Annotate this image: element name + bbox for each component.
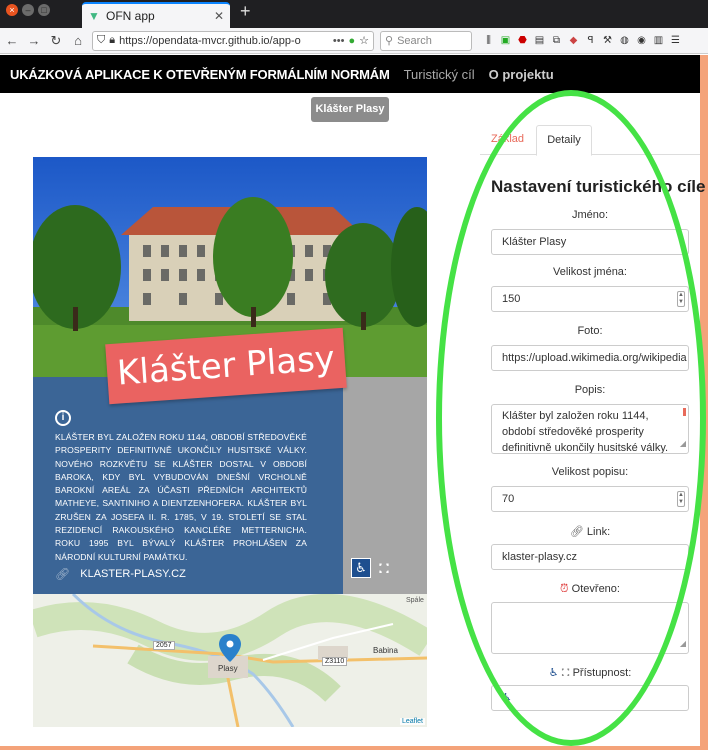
textarea-scrollbar[interactable] bbox=[683, 408, 686, 416]
description-label: Popis: bbox=[574, 384, 606, 396]
map-label-z3110: Z3110 bbox=[322, 657, 348, 666]
nav-o-projektu[interactable]: O projektu bbox=[489, 67, 554, 82]
link-chain-icon: 🔗︎ bbox=[569, 526, 584, 538]
back-icon[interactable]: ← bbox=[4, 33, 20, 49]
name-size-label: Velikost jména: bbox=[553, 266, 627, 278]
access-label-row: ♿︎ ⛚ Přístupnost: bbox=[491, 666, 689, 680]
extension-globe-icon[interactable]: ● bbox=[348, 35, 355, 47]
name-size-value: 150 bbox=[502, 293, 521, 305]
access-input[interactable]: ♿︎ bbox=[491, 685, 689, 711]
map-label-plasy: Plasy bbox=[218, 664, 238, 673]
sidebar-icon[interactable]: ▥ bbox=[652, 34, 665, 47]
home-icon[interactable]: ⌂ bbox=[70, 33, 86, 49]
access-ramp-icon: ⛚ bbox=[561, 667, 570, 679]
app-header: UKÁZKOVÁ APLIKACE K OTEVŘENÝM FORMÁLNÍM … bbox=[0, 55, 700, 93]
window-controls: × – □ bbox=[0, 0, 58, 28]
info-icon: i bbox=[55, 410, 71, 426]
wheelchair-icon: ♿︎ bbox=[351, 558, 371, 578]
adblock-icon[interactable]: ⬣ bbox=[516, 34, 529, 47]
open-label: Otevřeno: bbox=[571, 583, 620, 595]
tab-title: OFN app bbox=[106, 9, 155, 23]
tab-detaily[interactable]: Detaily bbox=[536, 125, 592, 156]
description-textarea[interactable]: Klášter byl založen roku 1144, období st… bbox=[491, 404, 689, 454]
new-tab-icon[interactable]: + bbox=[230, 1, 251, 28]
extension-red-icon[interactable]: ◆ bbox=[567, 34, 580, 47]
tab-zaklad[interactable]: Základ bbox=[491, 133, 524, 145]
account-icon[interactable]: ◉ bbox=[635, 34, 648, 47]
minimize-window-icon[interactable]: – bbox=[22, 4, 34, 16]
extension-ball-icon[interactable]: ◍ bbox=[618, 34, 631, 47]
name-label: Jméno: bbox=[571, 209, 609, 221]
close-window-icon[interactable]: × bbox=[6, 4, 18, 16]
photo-input[interactable]: https://upload.wikimedia.org/wikipedia bbox=[491, 345, 689, 371]
description-text: Klášter byl založen roku 1144, období st… bbox=[502, 410, 669, 454]
search-box[interactable]: ⚲ Search bbox=[380, 30, 472, 51]
settings-panel: Základ Detaily Nastavení turistického cí… bbox=[480, 120, 705, 740]
leaflet-attribution[interactable]: Leaflet bbox=[399, 718, 425, 725]
access-selected-icon: ♿︎ bbox=[502, 692, 512, 704]
name-input[interactable]: Klášter Plasy bbox=[491, 229, 689, 255]
place-select-button[interactable]: Klášter Plasy bbox=[311, 97, 389, 122]
map-label-spale: Spále bbox=[406, 597, 424, 604]
card-description: KLÁŠTER BYL ZALOŽEN ROKU 1144, OBDOBÍ ST… bbox=[55, 432, 307, 562]
library-icon[interactable]: ⫼ bbox=[482, 34, 495, 47]
preview-card: Klášter Plasy i KLÁŠTER BYL ZALOŽEN ROKU… bbox=[33, 157, 427, 727]
link-label: Link: bbox=[586, 526, 611, 538]
description-size-label: Velikost popisu: bbox=[551, 466, 629, 478]
nav-turisticky-cil[interactable]: Turistický cíl bbox=[404, 67, 475, 82]
accent-side-bar bbox=[700, 55, 708, 750]
chain-link-icon: 🔗︎ bbox=[55, 567, 71, 581]
url-text: https://opendata-mvcr.github.io/app-o bbox=[119, 34, 301, 47]
bookmark-star-icon[interactable]: ☆ bbox=[359, 34, 369, 47]
alarm-clock-icon: ⏰︎ bbox=[560, 583, 569, 595]
extension-tool-icon[interactable]: ⚒ bbox=[601, 34, 614, 47]
link-input[interactable]: klaster-plasy.cz bbox=[491, 544, 689, 570]
panel-heading: Nastavení turistického cíle bbox=[491, 177, 706, 196]
address-bar[interactable]: ⛉ 🔒︎ https://opendata-mvcr.github.io/app… bbox=[92, 30, 374, 51]
open-label-row: ⏰︎ Otevřeno: bbox=[491, 583, 689, 596]
search-placeholder: Search bbox=[397, 34, 432, 47]
close-tab-icon[interactable]: ✕ bbox=[214, 9, 224, 23]
reader-icon[interactable]: ▤ bbox=[533, 34, 546, 47]
vue-favicon-icon: ▼ bbox=[88, 9, 100, 23]
forward-icon[interactable]: → bbox=[26, 33, 42, 49]
link-label-row: 🔗︎ Link: bbox=[491, 525, 689, 538]
card-link-text[interactable]: KLASTER-PLASY.CZ bbox=[80, 568, 186, 580]
reload-icon[interactable]: ↻ bbox=[48, 33, 64, 49]
map-label-2057: 2057 bbox=[153, 641, 175, 650]
browser-tab-bar: × – □ ▼ OFN app ✕ + bbox=[0, 0, 708, 28]
accessibility-icons: ♿︎ ⛚ bbox=[351, 558, 394, 578]
maximize-window-icon[interactable]: □ bbox=[38, 4, 50, 16]
name-size-input[interactable]: 150 ▲ ▼ bbox=[491, 286, 689, 312]
access-wheelchair-icon: ♿︎ bbox=[548, 667, 559, 679]
panel-tabs: Základ Detaily bbox=[480, 125, 700, 156]
page-actions-icon[interactable]: ••• bbox=[333, 35, 345, 47]
browser-tab[interactable]: ▼ OFN app ✕ bbox=[82, 2, 230, 28]
app-brand[interactable]: UKÁZKOVÁ APLIKACE K OTEVŘENÝM FORMÁLNÍM … bbox=[10, 67, 390, 82]
screenshot-icon[interactable]: ⧉ bbox=[550, 34, 563, 47]
extension-icon[interactable]: ▣ bbox=[499, 34, 512, 47]
toolbar-extensions: ⫼ ▣ ⬣ ▤ ⧉ ◆ ꟼ ⚒ ◍ ◉ ▥ ☰ bbox=[482, 34, 682, 47]
name-size-stepper-icon[interactable]: ▲ ▼ bbox=[677, 291, 685, 307]
location-map[interactable]: 2057 Plasy Z3110 Babina Spále Leaflet bbox=[33, 594, 427, 727]
menu-icon[interactable]: ☰ bbox=[669, 34, 682, 47]
access-label: Přístupnost: bbox=[572, 667, 632, 679]
description-size-value: 70 bbox=[502, 493, 515, 505]
open-resize-grip-icon[interactable]: ◢ bbox=[680, 636, 686, 652]
extension-pen-icon[interactable]: ꟼ bbox=[584, 34, 597, 47]
shield-icon: ⛉ bbox=[97, 34, 106, 46]
card-link-row[interactable]: 🔗︎ KLASTER-PLASY.CZ bbox=[55, 567, 186, 581]
description-size-input[interactable]: 70 ▲ ▼ bbox=[491, 486, 689, 512]
lock-icon: 🔒︎ bbox=[109, 34, 116, 46]
open-hours-textarea[interactable]: ◢ bbox=[491, 602, 689, 654]
photo-label: Foto: bbox=[577, 325, 603, 337]
map-label-babina: Babina bbox=[373, 646, 398, 655]
ramp-icon: ⛚ bbox=[378, 560, 389, 576]
resize-grip-icon[interactable]: ◢ bbox=[680, 436, 686, 452]
search-icon: ⚲ bbox=[385, 35, 394, 47]
description-size-stepper-icon[interactable]: ▲ ▼ bbox=[677, 491, 685, 507]
browser-nav-bar: ← → ↻ ⌂ ⛉ 🔒︎ https://opendata-mvcr.githu… bbox=[0, 28, 708, 54]
accent-bottom-bar bbox=[0, 746, 708, 750]
